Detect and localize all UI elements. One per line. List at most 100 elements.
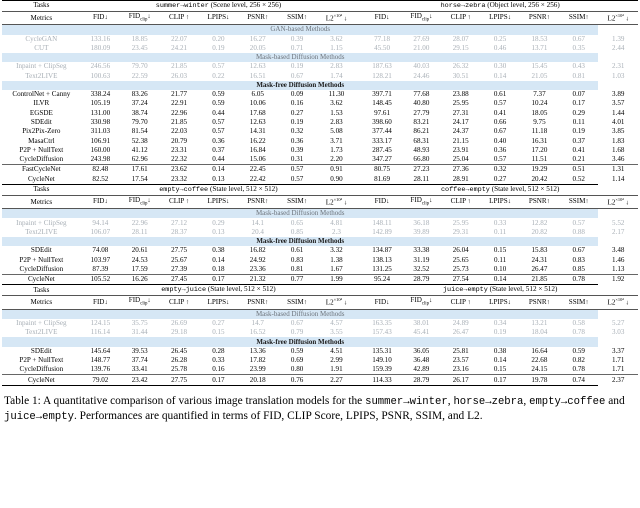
section-header-row: GAN-based Methods — [2, 24, 638, 35]
metric-header-psnr-right: PSNR↑ — [519, 11, 560, 26]
cell-right-0: 149.10 — [372, 356, 392, 364]
cell-left-2: 23.62 — [171, 165, 188, 174]
model-name: CycleNet — [27, 174, 55, 183]
cell-right-4: 20.42 — [531, 174, 548, 183]
cell-left-4: 13.36 — [249, 346, 266, 355]
cell-right-3: 0.10 — [493, 264, 507, 273]
cell-right-6: 1.68 — [612, 145, 625, 154]
cell-right-0: 159.39 — [372, 365, 392, 374]
cell-left-1: 22.96 — [131, 218, 148, 227]
cell-left-4: 6.05 — [251, 90, 264, 99]
tasks-label: Tasks — [2, 285, 81, 297]
section-title: Mask-based Diffusion Methods — [2, 208, 599, 219]
cell-right-1: 66.80 — [413, 155, 430, 164]
cell-right-3: 0.34 — [493, 318, 507, 327]
section-header-row: Mask-based Diffusion Methods — [2, 309, 638, 319]
cell-left-6: 1.91 — [330, 365, 343, 374]
cell-right-1: 36.48 — [413, 356, 430, 364]
section-title: GAN-based Methods — [2, 24, 599, 35]
cell-left-2: 25.67 — [171, 255, 188, 264]
cell-right-1: 28.11 — [413, 174, 430, 183]
cell-right-5: 0.51 — [572, 165, 585, 174]
table-row: P2P + NullText 103.97 24.53 25.67 0.14 24.92 0… — [2, 255, 638, 264]
cell-left-5: 0.19 — [290, 62, 304, 71]
cell-left-6: 2.99 — [330, 356, 343, 364]
cell-left-5: 0.83 — [290, 255, 304, 264]
cell-left-3: 0.44 — [212, 108, 225, 117]
cell-right-0: 187.63 — [372, 62, 392, 71]
cell-right-4: 13.71 — [531, 43, 548, 52]
cell-right-1: 86.21 — [413, 127, 430, 136]
cell-left-3: 0.18 — [212, 264, 225, 273]
cell-left-1: 83.26 — [131, 90, 148, 99]
cell-left-0: 106.91 — [90, 136, 111, 145]
cell-left-3: 0.16 — [212, 365, 225, 374]
table-row: FastCycleNet 82.48 17.61 23.62 0.14 22.45 0.57… — [2, 164, 638, 175]
cell-left-6: 1.38 — [330, 255, 343, 264]
cell-left-2: 21.85 — [171, 118, 188, 126]
metric-header-clip-right: CLIP ↑ — [441, 11, 481, 26]
cell-left-4: 14.7 — [251, 318, 264, 327]
metrics-label: Metrics — [2, 295, 81, 310]
cell-left-3: 0.59 — [212, 90, 225, 99]
cell-right-4: 19.29 — [531, 165, 548, 174]
cell-left-2: 22.91 — [171, 99, 188, 108]
cell-left-6: 3.71 — [330, 136, 343, 145]
model-name: MasaCtrl — [28, 136, 55, 145]
cell-left-4: 15.06 — [249, 155, 266, 164]
cell-left-5: 0.65 — [290, 218, 304, 227]
results-table-block2: Tasks empty→coffee (State level, 512 × 51… — [2, 184, 638, 286]
cell-left-3: 0.59 — [212, 99, 225, 108]
cell-left-6: 11.30 — [328, 90, 345, 99]
table-row: Text2LIVE 116.14 31.44 29.18 0.15 16.52 0.79 3.… — [2, 328, 638, 337]
cell-left-4: 20.05 — [249, 43, 266, 52]
task-group-left: empty→coffee (State level, 512 × 512) — [80, 184, 357, 196]
metric-header-psnr-right: PSNR↑ — [519, 195, 560, 210]
cell-left-6: 3.32 — [330, 246, 343, 255]
cell-right-4: 10.24 — [531, 99, 548, 108]
cell-left-1: 17.59 — [131, 264, 148, 273]
cell-right-2: 26.32 — [452, 62, 469, 71]
cell-left-5: 0.57 — [290, 165, 304, 174]
cell-right-6: 1.46 — [612, 255, 625, 264]
cell-left-4: 23.36 — [249, 264, 266, 273]
table-row: Pix2Pix-Zero 311.03 81.54 22.03 0.57 14.31 0.3… — [2, 127, 638, 136]
cell-right-2: 23.88 — [452, 90, 469, 99]
cell-right-5: 0.07 — [572, 90, 585, 99]
cell-right-0: 114.33 — [372, 375, 392, 384]
cell-right-1: 36.05 — [413, 346, 430, 355]
cell-right-5: 0.88 — [572, 227, 585, 236]
cell-left-1: 18.85 — [131, 34, 148, 43]
tasks-label: Tasks — [2, 0, 81, 12]
cell-left-4: 17.68 — [249, 108, 266, 117]
cell-right-0: 81.69 — [374, 174, 391, 183]
table-row: P2P + NullText 160.00 41.12 23.31 0.37 16.84 0… — [2, 146, 638, 155]
cell-right-3: 0.46 — [493, 43, 507, 52]
cell-left-4: 10.06 — [249, 99, 266, 108]
cell-left-0: 145.64 — [90, 346, 111, 355]
cell-left-3: 0.29 — [212, 218, 225, 227]
table-caption: Table 1: A quantitative comparison of va… — [4, 394, 625, 424]
cell-left-2: 27.75 — [171, 375, 188, 384]
cell-left-4: 22.45 — [249, 165, 266, 174]
cell-right-2: 24.17 — [452, 118, 469, 126]
cell-left-1: 39.53 — [131, 346, 148, 355]
metric-header-lpips-right: LPIPS↓ — [480, 195, 520, 210]
cell-left-6: 2.83 — [330, 62, 343, 71]
cell-right-4: 22.68 — [531, 356, 548, 364]
cell-right-4: 20.82 — [531, 227, 548, 236]
cell-right-0: 135.31 — [372, 346, 392, 355]
cell-left-2: 25.78 — [171, 365, 188, 374]
cell-left-3: 0.13 — [212, 227, 225, 236]
cell-left-6: 1.74 — [330, 71, 343, 80]
cell-right-3: 0.33 — [493, 218, 507, 227]
task-group-right: juice→empty (State level, 512 × 512) — [362, 285, 638, 297]
cell-right-6: 3.57 — [612, 99, 625, 108]
cell-right-5: 0.17 — [572, 99, 585, 108]
cell-right-5: 0.67 — [572, 246, 585, 255]
cell-left-1: 37.74 — [131, 356, 148, 364]
section-title: Mask-based Diffusion Methods — [2, 309, 599, 319]
metric-header-l2-left: L2×10⁴ ↓ — [316, 295, 357, 310]
cell-left-3: 0.17 — [212, 275, 225, 284]
cell-right-0: 148.11 — [372, 218, 392, 227]
